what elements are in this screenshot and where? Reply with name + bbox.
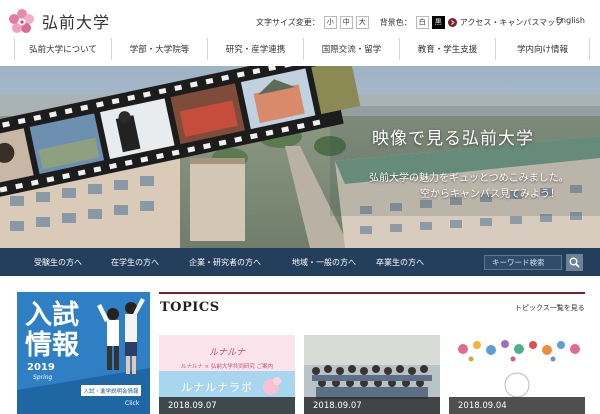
topic-card[interactable]: 2018.09.07 xyxy=(304,335,440,414)
font-size-medium-button[interactable]: 中 xyxy=(339,15,353,29)
topic-card-caption: ルナルナ × 弘前大学共同研究 ご案内 xyxy=(180,364,274,370)
banner-title-line2: 情報 xyxy=(25,330,79,361)
global-nav: 弘前大学について 学部・大学院等 研究・産学連携 国際交流・留学 教育・学生支援… xyxy=(14,38,590,60)
banner-title-line1: 入試 xyxy=(25,300,79,331)
cherry-blossom-logo-icon xyxy=(8,7,36,35)
audience-alumni[interactable]: 卒業生の方へ xyxy=(376,248,424,276)
topic-card-date: 2018.09.07 xyxy=(159,397,295,414)
hero-title: 映像で見る弘前大学 xyxy=(372,129,534,149)
topic-card-date: 2018.09.04 xyxy=(449,397,585,414)
font-size-label: 文字サイズ変更： xyxy=(256,17,320,27)
topic-card-brand: ルナルナ xyxy=(208,348,245,358)
nav-about[interactable]: 弘前大学について xyxy=(14,38,112,60)
logo-text: 弘前大学 xyxy=(42,13,111,32)
audience-applicants[interactable]: 受験生の方へ xyxy=(34,248,82,276)
banner-click-label: Click xyxy=(125,400,140,407)
site-header: 弘前大学 文字サイズ変更： 小 中 大 背景色： 白 黒 アクセス・キャンパスマ… xyxy=(0,0,600,40)
nav-education[interactable]: 教育・学生支援 xyxy=(400,38,496,60)
topic-card-date: 2018.09.07 xyxy=(304,397,440,414)
banner-season: Spring xyxy=(33,374,53,381)
hero-description-line1: 弘前大学の魅力をギュッとつめこみました。 xyxy=(369,173,569,184)
access-map-link[interactable]: アクセス・キャンパスマップ xyxy=(460,17,563,28)
topic-card-headline: ルナルナラボ xyxy=(181,381,253,394)
campus-aerial-image xyxy=(0,66,600,248)
keyword-search-input[interactable] xyxy=(484,255,562,270)
nav-research[interactable]: 研究・産学連携 xyxy=(208,38,304,60)
audience-students[interactable]: 在学生の方へ xyxy=(111,248,159,276)
topics-divider xyxy=(159,292,585,294)
university-logo[interactable]: 弘前大学 xyxy=(8,6,158,36)
topics-heading: TOPICS xyxy=(160,300,220,315)
hero-video-banner[interactable]: 映像で見る弘前大学 弘前大学の魅力をギュッとつめこみました。 空からキャンパス見… xyxy=(0,66,600,248)
english-link[interactable]: English xyxy=(556,16,585,25)
font-size-large-button[interactable]: 大 xyxy=(355,15,369,29)
search-button[interactable] xyxy=(566,254,583,271)
nav-internal[interactable]: 学内向け情報 xyxy=(496,38,590,60)
bg-white-button[interactable]: 白 xyxy=(415,15,429,29)
topics-more-link[interactable]: トピックス一覧を見る xyxy=(515,303,585,313)
nav-faculties[interactable]: 学部・大学院等 xyxy=(112,38,208,60)
arrow-right-icon xyxy=(447,17,457,27)
font-size-small-button[interactable]: 小 xyxy=(323,15,337,29)
nav-international[interactable]: 国際交流・留学 xyxy=(304,38,400,60)
audience-companies[interactable]: 企業・研究者の方へ xyxy=(189,248,261,276)
banner-subtitle: 入試・進学説明会情報 xyxy=(81,385,141,396)
hero-description-line2: 空からキャンパス見てみよう！ xyxy=(420,189,560,200)
audience-community[interactable]: 地域・一般の方へ xyxy=(292,248,356,276)
topic-card[interactable]: 2018.09.04 xyxy=(449,335,585,414)
bg-color-label: 背景色： xyxy=(379,17,412,27)
banner-year: 2019 xyxy=(27,362,55,373)
search-icon xyxy=(569,257,580,268)
bg-black-button[interactable]: 黒 xyxy=(431,15,445,29)
topic-card[interactable]: ルナルナ ルナルナ × 弘前大学共同研究 ご案内 ルナルナラボ 2018.09.… xyxy=(159,335,295,414)
admissions-banner[interactable]: 入試 情報 2019 Spring 入試・進学説明会情報 Click xyxy=(17,292,150,414)
utility-bar: 文字サイズ変更： 小 中 大 背景色： 白 黒 アクセス・キャンパスマップ xyxy=(256,14,573,30)
